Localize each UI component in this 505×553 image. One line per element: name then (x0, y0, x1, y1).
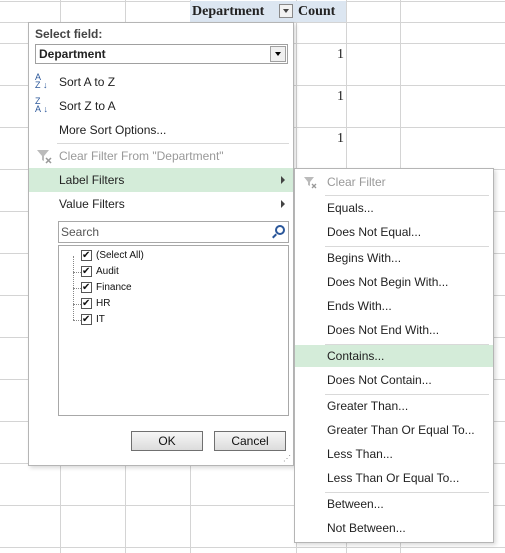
greater-than-or-equal-label: Greater Than Or Equal To... (327, 423, 475, 437)
checkbox-checked-icon[interactable] (81, 312, 92, 328)
submenu-arrow-icon (281, 200, 285, 208)
less-than-or-equal-label: Less Than Or Equal To... (327, 471, 460, 485)
count-cell[interactable]: 1 (296, 89, 344, 105)
less-than-or-equal-item[interactable]: Less Than Or Equal To... (295, 467, 493, 489)
submenu-clear-filter-label: Clear Filter (327, 175, 386, 189)
greater-than-item[interactable]: Greater Than... (295, 395, 493, 417)
begins-with-label: Begins With... (327, 251, 402, 265)
does-not-begin-with-item[interactable]: Does Not Begin With... (295, 271, 493, 293)
checkbox-label: HR (96, 298, 111, 309)
sort-descending-icon: ZA ↓ (35, 96, 49, 114)
checkbox-checked-icon[interactable] (81, 248, 92, 264)
department-filter-dropdown-button[interactable] (279, 4, 293, 18)
tree-connector (73, 288, 81, 289)
department-header-label: Department (192, 4, 265, 19)
checkbox-checked-icon[interactable] (81, 280, 92, 296)
checkbox-checked-icon[interactable] (81, 264, 92, 280)
select-field-value: Department (39, 47, 106, 61)
value-checklist: (Select All) Audit Finance HR IT (58, 245, 289, 416)
checkbox-label: (Select All) (96, 250, 144, 261)
cancel-button[interactable]: Cancel (214, 431, 286, 451)
does-not-equal-item[interactable]: Does Not Equal... (295, 221, 493, 243)
less-than-label: Less Than... (327, 447, 393, 461)
clear-filter-icon (304, 177, 317, 189)
clear-filter-icon (37, 150, 52, 164)
tree-connector (73, 304, 81, 305)
submenu-arrow-icon (281, 176, 285, 184)
value-filters-item[interactable]: Value Filters (29, 192, 293, 216)
equals-label: Equals... (327, 201, 374, 215)
sort-ascending-icon: AZ ↓ (35, 72, 48, 90)
does-not-end-with-label: Does Not End With... (327, 323, 440, 337)
greater-than-or-equal-item[interactable]: Greater Than Or Equal To... (295, 419, 493, 441)
ok-button[interactable]: OK (131, 431, 203, 451)
begins-with-item[interactable]: Begins With... (295, 247, 493, 269)
clear-filter-label: Clear Filter From "Department" (59, 149, 224, 163)
select-field-combobox[interactable]: Department (35, 44, 288, 64)
count-cell[interactable]: 1 (296, 131, 344, 147)
search-icon (275, 225, 285, 235)
checkbox-checked-icon[interactable] (81, 296, 92, 312)
not-between-item[interactable]: Not Between... (295, 517, 493, 539)
tree-connector (73, 320, 81, 321)
between-label: Between... (327, 497, 384, 511)
count-header-cell[interactable]: Count (296, 1, 346, 22)
checkbox-label: Audit (96, 266, 119, 277)
label-filters-label: Label Filters (59, 173, 125, 187)
tree-connector (73, 272, 81, 273)
submenu-clear-filter-item: Clear Filter (295, 171, 493, 193)
count-header-label: Count (298, 4, 336, 19)
between-item[interactable]: Between... (295, 493, 493, 515)
ends-with-item[interactable]: Ends With... (295, 295, 493, 317)
equals-item[interactable]: Equals... (295, 197, 493, 219)
search-input[interactable]: Search (58, 221, 289, 243)
sort-z-to-a-item[interactable]: ZA ↓ Sort Z to A (29, 94, 293, 118)
value-filters-label: Value Filters (59, 197, 125, 211)
label-filters-item[interactable]: Label Filters (29, 168, 293, 192)
does-not-equal-label: Does Not Equal... (327, 225, 422, 239)
not-between-label: Not Between... (327, 521, 406, 535)
sort-z-to-a-label: Sort Z to A (59, 99, 116, 113)
sort-a-to-z-item[interactable]: AZ ↓ Sort A to Z (29, 70, 293, 94)
label-filters-submenu: Clear Filter Equals... Does Not Equal...… (294, 168, 494, 543)
does-not-contain-item[interactable]: Does Not Contain... (295, 369, 493, 391)
more-sort-options-label: More Sort Options... (59, 123, 167, 137)
more-sort-options-item[interactable]: More Sort Options... (29, 118, 293, 142)
contains-item[interactable]: Contains... (295, 345, 493, 367)
clear-filter-item: Clear Filter From "Department" (29, 144, 293, 168)
checkbox-label: IT (96, 314, 105, 325)
select-field-label: Select field: (35, 27, 103, 41)
checkbox-label: Finance (96, 282, 132, 293)
menu-separator (325, 195, 489, 196)
chevron-down-icon[interactable] (270, 46, 286, 62)
resize-grip-icon[interactable]: ⋰ (283, 454, 291, 463)
greater-than-label: Greater Than... (327, 399, 409, 413)
does-not-contain-label: Does Not Contain... (327, 373, 432, 387)
search-placeholder: Search (61, 225, 100, 239)
contains-label: Contains... (327, 349, 385, 363)
does-not-end-with-item[interactable]: Does Not End With... (295, 319, 493, 341)
sort-a-to-z-label: Sort A to Z (59, 75, 116, 89)
ends-with-label: Ends With... (327, 299, 392, 313)
less-than-item[interactable]: Less Than... (295, 443, 493, 465)
does-not-begin-with-label: Does Not Begin With... (327, 275, 449, 289)
count-cell[interactable]: 1 (296, 47, 344, 63)
filter-dropdown-panel: Select field: Department AZ ↓ Sort A to … (28, 22, 294, 466)
